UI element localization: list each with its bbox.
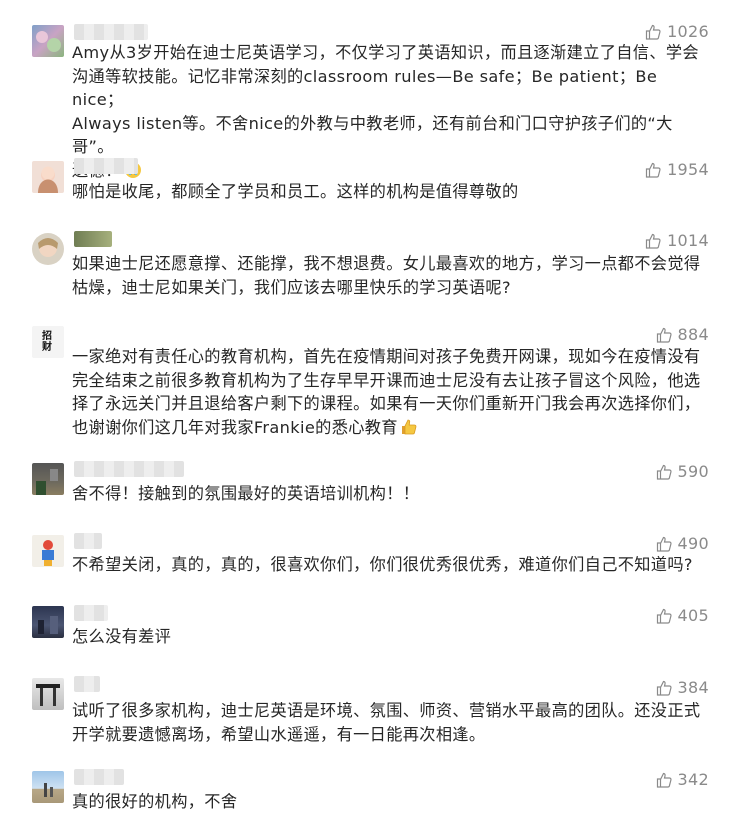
- comment-line: 哪怕是收尾，都顾全了学员和员工。这样的机构是值得尊敬的: [72, 182, 519, 201]
- comment-line: 舍不得！接触到的氛围最好的英语培训机构！！: [72, 484, 420, 503]
- comment-line: 不希望关闭，真的，真的，很喜欢你们，你们很优秀很优秀，难道你们自己不知道吗?: [72, 555, 693, 574]
- comment-line: Always listen等。不舍nice的外教与中教老师，还有前台和门口守护孩…: [72, 113, 673, 157]
- like-button[interactable]: 405: [656, 606, 709, 625]
- comment-text: 试听了很多家机构，迪士尼英语是环境、氛围、师资、营销水平最高的团队。还没正式 开…: [72, 699, 712, 746]
- comment-text: 舍不得！接触到的氛围最好的英语培训机构！！: [72, 482, 712, 506]
- thumbs-up-icon: [645, 233, 661, 249]
- like-button[interactable]: 1954: [645, 160, 709, 179]
- nickname-blurred: [74, 24, 148, 40]
- comment-line: Amy从3岁开始在迪士尼英语学习，不仅学习了英语知识，而且逐渐建立了自信、学会: [72, 43, 699, 62]
- avatar[interactable]: [32, 233, 64, 265]
- avatar[interactable]: [32, 678, 64, 710]
- thumbs-up-icon: [656, 536, 672, 552]
- avatar[interactable]: [32, 535, 64, 567]
- like-button[interactable]: 1014: [645, 231, 709, 250]
- comment-line: 也谢谢你们这几年对我家Frankie的悉心教育: [72, 417, 398, 437]
- avatar[interactable]: [32, 161, 64, 193]
- avatar[interactable]: [32, 606, 64, 638]
- like-count: 490: [677, 534, 709, 553]
- like-count: 1014: [667, 231, 709, 250]
- like-button[interactable]: 884: [656, 325, 709, 344]
- comment-line: 怎么没有差评: [72, 627, 172, 646]
- thumbs-up-icon: [656, 772, 672, 788]
- like-count: 590: [677, 462, 709, 481]
- nickname-blurred: [74, 158, 138, 174]
- thumbs-up-emoji-icon: [401, 419, 417, 434]
- like-count: 342: [677, 770, 709, 789]
- comment-line: 完全结束之前很多教育机构为了生存早早开课而迪士尼没有去让孩子冒这个风险，他选: [72, 370, 701, 390]
- comment-text: 不希望关闭，真的，真的，很喜欢你们，你们很优秀很优秀，难道你们自己不知道吗?: [72, 553, 712, 577]
- avatar[interactable]: 招财: [32, 326, 64, 358]
- nickname-blurred: [74, 533, 102, 549]
- nickname-blurred: [74, 605, 108, 621]
- comment-text: 真的很好的机构，不舍: [72, 790, 712, 814]
- like-count: 1954: [667, 160, 709, 179]
- comment-line: 沟通等软技能。记忆非常深刻的classroom rules—Be safe；Be…: [72, 66, 658, 110]
- avatar[interactable]: [32, 463, 64, 495]
- avatar[interactable]: [32, 25, 64, 57]
- thumbs-up-icon: [656, 327, 672, 343]
- like-count: 884: [677, 325, 709, 344]
- nickname-blurred: [74, 769, 124, 785]
- comment-line: 开学就要遗憾离场，希望山水遥遥，有一日能再次相逢。: [72, 724, 486, 744]
- like-count: 1026: [667, 22, 709, 41]
- comment-line: 一家绝对有责任心的教育机构，首先在疫情期间对孩子免费开网课，现如今在疫情没有: [72, 347, 701, 366]
- nickname-blurred: [74, 231, 112, 247]
- like-button[interactable]: 384: [656, 678, 709, 697]
- thumbs-up-icon: [645, 162, 661, 178]
- comment-line: 枯燥，迪士尼如果关门，我们应该去哪里快乐的学习英语呢?: [72, 277, 511, 297]
- avatar-text: 招财: [42, 331, 52, 353]
- like-button[interactable]: 590: [656, 462, 709, 481]
- comment-text: 怎么没有差评: [72, 625, 712, 649]
- comment-line: 择了永远关门并且退给客户剩下的课程。如果有一天你们重新开门我会再次选择你们，: [72, 394, 701, 413]
- comment-text: 如果迪士尼还愿意撑、还能撑，我不想退费。女儿最喜欢的地方，学习一点都不会觉得 枯…: [72, 252, 712, 299]
- like-button[interactable]: 490: [656, 534, 709, 553]
- thumbs-up-icon: [656, 608, 672, 624]
- avatar[interactable]: [32, 771, 64, 803]
- thumbs-up-icon: [656, 464, 672, 480]
- like-count: 405: [677, 606, 709, 625]
- like-count: 384: [677, 678, 709, 697]
- comment-text: 一家绝对有责任心的教育机构，首先在疫情期间对孩子免费开网课，现如今在疫情没有 完…: [72, 345, 712, 439]
- comment-line: 如果迪士尼还愿意撑、还能撑，我不想退费。女儿最喜欢的地方，学习一点都不会觉得: [72, 254, 701, 273]
- comment-text: Amy从3岁开始在迪士尼英语学习，不仅学习了英语知识，而且逐渐建立了自信、学会 …: [72, 41, 712, 182]
- like-button[interactable]: 1026: [645, 22, 709, 41]
- thumbs-up-icon: [656, 680, 672, 696]
- like-button[interactable]: 342: [656, 770, 709, 789]
- comment-text: 哪怕是收尾，都顾全了学员和员工。这样的机构是值得尊敬的: [72, 180, 712, 204]
- thumbs-up-icon: [645, 24, 661, 40]
- comment-line: 试听了很多家机构，迪士尼英语是环境、氛围、师资、营销水平最高的团队。还没正式: [72, 701, 701, 720]
- comment-line: 真的很好的机构，不舍: [72, 792, 238, 811]
- nickname-blurred: [74, 461, 184, 477]
- nickname-blurred: [74, 676, 100, 692]
